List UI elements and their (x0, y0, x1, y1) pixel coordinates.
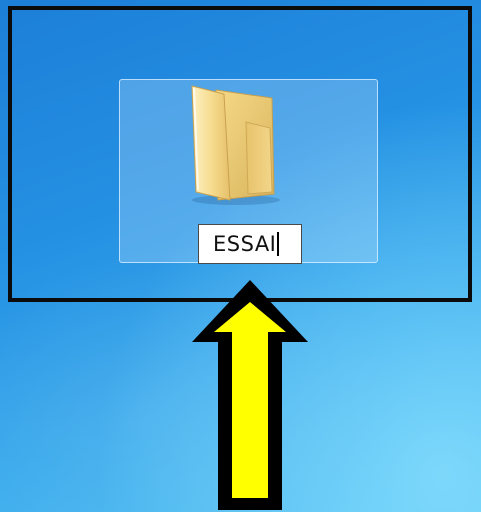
text-caret (277, 232, 280, 256)
rename-field[interactable]: ESSAI (198, 224, 302, 264)
desktop[interactable]: ESSAI (0, 0, 481, 512)
up-arrow-icon (192, 280, 308, 510)
rename-field-value: ESSAI (213, 232, 277, 256)
folder-icon[interactable] (186, 82, 282, 208)
